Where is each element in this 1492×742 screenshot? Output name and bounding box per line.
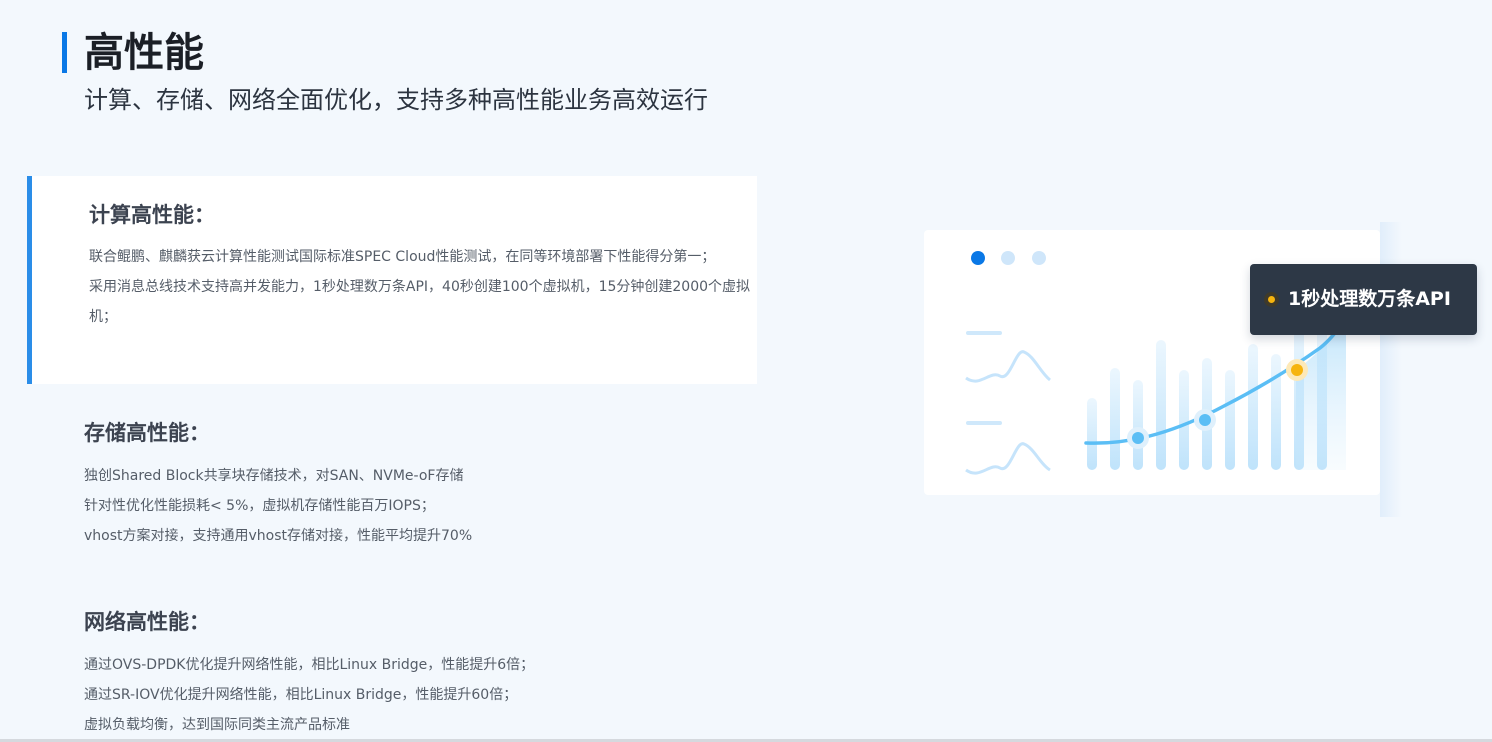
page-subtitle: 计算、存储、网络全面优化，支持多种高性能业务高效运行 — [84, 86, 708, 114]
section-network-line: 通过SR-IOV优化提升网络性能，相比Linux Bridge，性能提升60倍； — [84, 687, 518, 703]
section-compute-body: 联合鲲鹏、麒麟获云计算性能测试国际标准SPEC Cloud性能测试，在同等环境部… — [89, 242, 759, 332]
legend-lines-icon — [965, 331, 1051, 475]
section-compute-title: 计算高性能： — [89, 203, 215, 227]
section-network-title: 网络高性能： — [84, 610, 210, 634]
section-storage-body: 独创Shared Block共享块存储技术，对SAN、NVMe-oF存储 针对性… — [84, 461, 724, 551]
section-compute-line: 联合鲲鹏、麒麟获云计算性能测试国际标准SPEC Cloud性能测试，在同等环境部… — [89, 249, 716, 265]
section-network-line: 通过OVS-DPDK优化提升网络性能，相比Linux Bridge，性能提升6倍… — [84, 657, 535, 673]
bars-group — [1087, 318, 1327, 470]
section-storage-line: vhost方案对接，支持通用vhost存储对接，性能平均提升70% — [84, 528, 473, 544]
title-accent-bar — [62, 32, 67, 73]
section-storage-title: 存储高性能： — [84, 421, 210, 445]
section-network-line: 虚拟负载均衡，达到国际同类主流产品标准 — [84, 717, 350, 733]
api-tooltip: 1秒处理数万条API — [1250, 264, 1477, 335]
page-title: 高性能 — [84, 30, 204, 76]
section-network-body: 通过OVS-DPDK优化提升网络性能，相比Linux Bridge，性能提升6倍… — [84, 650, 724, 740]
section-storage-line: 针对性优化性能损耗< 5%，虚拟机存储性能百万IOPS； — [84, 498, 435, 514]
status-dot-icon — [1264, 292, 1279, 307]
section-compute-card: 计算高性能： 联合鲲鹏、麒麟获云计算性能测试国际标准SPEC Cloud性能测试… — [27, 176, 757, 384]
tooltip-text: 1秒处理数万条API — [1288, 288, 1451, 310]
section-compute-line: 采用消息总线技术支持高并发能力，1秒处理数万条API，40秒创建100个虚拟机，… — [89, 279, 751, 325]
section-storage-line: 独创Shared Block共享块存储技术，对SAN、NVMe-oF存储 — [84, 468, 464, 484]
